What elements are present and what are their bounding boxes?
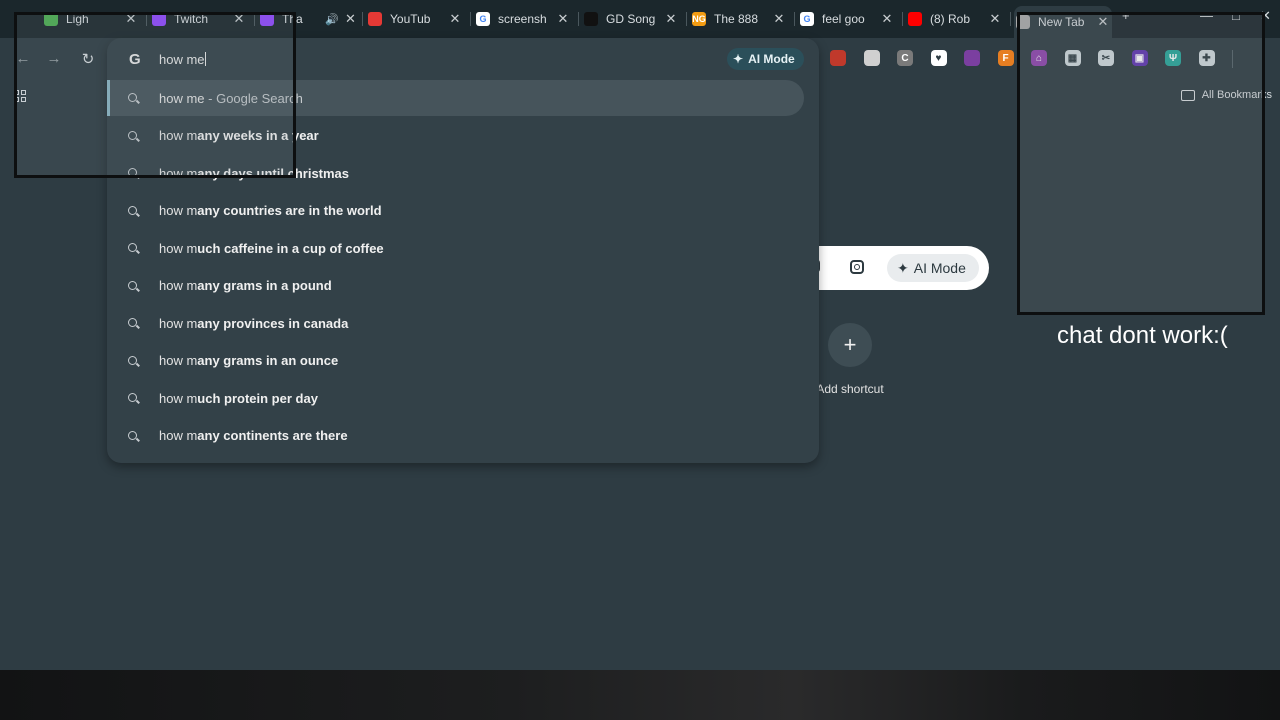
suggestion-completion: any provinces in canada: [197, 315, 349, 331]
tab-4[interactable]: YouTub ✕: [366, 4, 464, 34]
tab-title: YouTub: [390, 12, 431, 26]
ext-orange-icon[interactable]: F: [997, 50, 1014, 66]
tab-9[interactable]: (8) Rob ✕: [906, 4, 1004, 34]
tab-close-icon[interactable]: ✕: [880, 11, 894, 27]
ext-heart-icon[interactable]: ♥: [930, 50, 947, 66]
suggestion-completion: any continents are there: [197, 428, 348, 443]
search-icon: [128, 243, 137, 252]
tab-close-icon[interactable]: ✕: [556, 11, 570, 27]
stream-overlay-frame-left: [14, 12, 296, 178]
tab-separator: [578, 12, 579, 26]
suggestion-item[interactable]: how many provinces in canada: [107, 305, 819, 341]
add-shortcut-button[interactable]: +: [828, 323, 872, 367]
suggestion-text: how much protein per day: [159, 391, 318, 406]
sparkle-search-icon: ✦: [897, 259, 909, 276]
suggestion-item[interactable]: how many grams in an ounce: [107, 343, 819, 379]
ntp-ai-mode-label: AI Mode: [913, 260, 966, 276]
search-icon: [128, 355, 137, 365]
suggestion-text: how many grams in an ounce: [159, 353, 338, 368]
tab-separator: [362, 12, 363, 26]
suggestion-item[interactable]: how much protein per day: [107, 380, 819, 416]
search-icon: [128, 393, 137, 402]
tab-5[interactable]: Gscreensh ✕: [474, 4, 572, 34]
tab-separator: [1010, 12, 1011, 26]
tab-title: (8) Rob: [930, 12, 971, 26]
suggestion-text: how many grams in a pound: [159, 278, 332, 293]
tab-separator: [902, 12, 903, 26]
suggestion-text: how much caffeine in a cup of coffee: [159, 241, 384, 256]
suggestion-item[interactable]: how many countries are in the world: [107, 193, 819, 229]
tab-close-icon[interactable]: ✕: [772, 11, 786, 27]
suggestion-typed-part: how m: [159, 278, 198, 293]
search-icon: [128, 430, 137, 440]
search-icon: [128, 318, 137, 327]
ext-purple-ring-icon[interactable]: [964, 50, 980, 66]
ext-circle-icon[interactable]: [863, 50, 880, 66]
suggestion-typed-part: how m: [159, 428, 198, 443]
tab-close-icon[interactable]: ✕: [664, 11, 678, 27]
suggestion-item[interactable]: how much caffeine in a cup of coffee: [107, 230, 819, 266]
taskbar-shelf: [0, 670, 1280, 720]
suggestion-completion: any countries are in the world: [197, 203, 382, 218]
suggestion-item[interactable]: how many grams in a pound: [107, 268, 819, 304]
google-lens-icon[interactable]: [850, 260, 864, 274]
sparkle-search-icon: ✦: [733, 52, 744, 66]
tab-close-icon[interactable]: ✕: [345, 11, 356, 27]
suggestion-typed-part: how m: [159, 240, 198, 256]
tab-separator: [686, 12, 687, 26]
tab-close-icon[interactable]: ✕: [988, 11, 1002, 27]
ext-red-icon[interactable]: [830, 50, 846, 66]
tab-separator: [794, 12, 795, 26]
suggestion-text: how many provinces in canada: [159, 316, 348, 331]
suggestion-typed-part: how m: [159, 390, 198, 406]
tab-favicon-icon: NG: [692, 12, 706, 26]
tab-favicon-icon: [584, 12, 598, 26]
tab-7[interactable]: NG The 888 ✕: [690, 4, 788, 34]
tab-title: screensh: [498, 12, 547, 26]
tab-title: GD Song: [606, 12, 656, 26]
omnibox-ai-mode-label: AI Mode: [748, 52, 795, 66]
tab-favicon-icon: G: [800, 12, 814, 26]
ntp-ai-mode-button[interactable]: ✦ AI Mode: [887, 254, 979, 282]
suggestion-typed-part: how m: [159, 353, 198, 368]
suggestion-completion: any grams in an ounce: [197, 353, 339, 368]
suggestion-completion: uch caffeine in a cup of coffee: [197, 240, 384, 256]
suggestion-text: how many continents are there: [159, 428, 348, 443]
ext-c-icon[interactable]: C: [897, 50, 913, 66]
tab-favicon-icon: G: [476, 12, 490, 26]
tab-6[interactable]: GD Song ✕: [582, 4, 680, 34]
suggestion-completion: any grams in a pound: [197, 278, 332, 293]
tab-favicon-icon: [368, 12, 382, 26]
suggestion-typed-part: how m: [159, 315, 198, 331]
search-icon: [128, 280, 137, 290]
suggestion-typed-part: how m: [159, 203, 198, 218]
suggestion-completion: uch protein per day: [197, 390, 318, 406]
tab-title: feel goo: [822, 12, 865, 26]
search-icon: [128, 205, 137, 215]
plus-icon: +: [843, 332, 857, 357]
audio-playing-icon[interactable]: 🔊: [325, 13, 339, 26]
tab-separator: [470, 12, 471, 26]
tab-title: The 888: [714, 12, 759, 26]
omnibox-ai-mode-button[interactable]: ✦ AI Mode: [727, 48, 804, 70]
suggestion-item[interactable]: how many continents are there: [107, 418, 819, 454]
tab-close-icon[interactable]: ✕: [448, 11, 462, 27]
overlay-note: chat dont work:(: [1057, 322, 1228, 349]
tab-8[interactable]: Gfeel goo ✕: [798, 4, 896, 34]
tab-favicon-icon: [908, 12, 922, 26]
stream-overlay-frame-right: [1017, 12, 1265, 315]
suggestion-text: how many countries are in the world: [159, 203, 382, 218]
